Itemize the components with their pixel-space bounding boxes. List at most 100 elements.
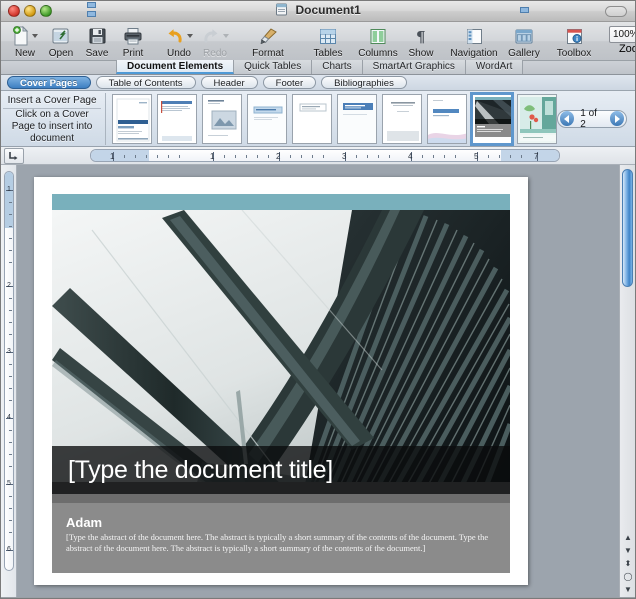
gallery-button[interactable]: Gallery bbox=[499, 24, 549, 59]
ribbon-tab-bar: Document Elements Quick Tables Charts Sm… bbox=[1, 60, 635, 75]
tables-button-label: Tables bbox=[313, 48, 343, 59]
toolbar-group-edit: Undo Redo bbox=[161, 24, 233, 61]
undo-arrow-icon bbox=[165, 25, 193, 47]
cover-thumb-10[interactable] bbox=[517, 93, 558, 144]
toolbox-icon: i bbox=[565, 25, 584, 47]
subtab-cover-pages[interactable]: Cover Pages bbox=[7, 76, 91, 89]
open-folder-icon bbox=[51, 25, 71, 47]
zoom-label: Zoom bbox=[618, 43, 635, 55]
new-document-icon bbox=[12, 25, 38, 47]
navigation-button[interactable]: Navigation bbox=[449, 24, 499, 59]
redo-arrow-icon bbox=[201, 25, 229, 47]
cover-thumb-3[interactable] bbox=[202, 93, 243, 144]
toolbox-button[interactable]: i Toolbox bbox=[549, 24, 599, 59]
toolbar-group-view: Navigation Gallery i Toolbox bbox=[449, 24, 599, 61]
abstract-text[interactable]: [Type the abstract of the document here.… bbox=[66, 532, 496, 554]
cover-thumb-2[interactable] bbox=[157, 93, 198, 144]
gallery-icon bbox=[514, 25, 534, 47]
first-line-indent-marker[interactable] bbox=[87, 2, 96, 8]
redo-button[interactable]: Redo bbox=[197, 24, 233, 59]
cover-thumb-1[interactable] bbox=[112, 93, 153, 144]
cover-page-gallery: Insert a Cover Page Click on a Cover Pag… bbox=[1, 91, 635, 147]
abstract-block[interactable]: Adam [Type the abstract of the document … bbox=[52, 503, 510, 573]
table-grid-icon bbox=[318, 25, 338, 47]
vertical-ruler-bar[interactable]: 1 2 3 4 5 6 bbox=[4, 171, 14, 571]
tab-wordart[interactable]: WordArt bbox=[465, 60, 524, 74]
save-button-label: Save bbox=[85, 48, 109, 59]
left-indent-marker[interactable] bbox=[87, 11, 96, 17]
cover-color-band bbox=[52, 194, 510, 210]
word-application-window: Document1 New Open Save Print Undo Redo … bbox=[0, 0, 636, 599]
document-canvas[interactable]: [Type the document title] Adam [Type the… bbox=[17, 165, 635, 597]
document-work-area: 1 2 3 4 5 6 [Type the document title] Ad… bbox=[1, 165, 635, 597]
open-button[interactable]: Open bbox=[43, 24, 79, 59]
zoom-select[interactable]: 100% bbox=[609, 26, 635, 43]
document-title-band: [Type the document title] bbox=[52, 446, 510, 494]
print-button[interactable]: Print bbox=[115, 24, 151, 59]
scroll-up-button[interactable]: ▲ bbox=[621, 531, 635, 544]
window-title-text: Document1 bbox=[295, 3, 361, 17]
next-page-button[interactable]: ▼ bbox=[621, 583, 635, 596]
show-button[interactable]: ¶ Show bbox=[403, 24, 439, 60]
chevron-right-icon[interactable] bbox=[609, 111, 625, 126]
toolbar-toggle-button[interactable] bbox=[605, 6, 627, 17]
vertical-scrollbar[interactable]: ▲ ▼ ⬍ ◯ ▼ bbox=[619, 165, 635, 597]
scrollbar-thumb[interactable] bbox=[622, 169, 633, 287]
save-button[interactable]: Save bbox=[79, 24, 115, 59]
cover-thumb-5[interactable] bbox=[292, 93, 333, 144]
subtab-header[interactable]: Header bbox=[200, 76, 258, 89]
columns-button[interactable]: Columns bbox=[353, 24, 403, 59]
tab-document-elements[interactable]: Document Elements bbox=[116, 60, 235, 74]
cover-thumb-9[interactable] bbox=[470, 91, 515, 146]
show-button-label: Show bbox=[408, 48, 434, 59]
print-button-label: Print bbox=[122, 48, 144, 59]
author-name[interactable]: Adam bbox=[66, 515, 496, 530]
gallery-caption-title: Insert a Cover Page bbox=[3, 93, 102, 109]
subtab-footer[interactable]: Footer bbox=[262, 76, 317, 89]
cover-thumb-6[interactable] bbox=[337, 93, 378, 144]
tab-charts[interactable]: Charts bbox=[312, 60, 363, 74]
sub-tab-bar: Cover Pages Table of Contents Header Foo… bbox=[1, 75, 635, 91]
format-button[interactable]: Format bbox=[243, 24, 293, 59]
toolbar-group-file: New Open Save Print bbox=[7, 24, 151, 61]
subtab-bibliographies[interactable]: Bibliographies bbox=[321, 76, 407, 89]
vertical-ruler[interactable]: 1 2 3 4 5 6 bbox=[1, 165, 17, 597]
previous-page-button[interactable]: ▼ bbox=[621, 544, 635, 557]
scrollbar-buttons: ▲ ▼ ⬍ ◯ ▼ bbox=[621, 531, 635, 596]
tables-button[interactable]: Tables bbox=[303, 24, 353, 59]
undo-button-label: Undo bbox=[167, 48, 191, 59]
new-button[interactable]: New bbox=[7, 24, 43, 59]
save-disk-icon bbox=[88, 25, 107, 47]
subtab-table-of-contents[interactable]: Table of Contents bbox=[95, 76, 196, 89]
right-indent-marker[interactable] bbox=[520, 7, 529, 13]
tab-quick-tables[interactable]: Quick Tables bbox=[234, 60, 313, 74]
new-button-label: New bbox=[14, 48, 35, 59]
columns-button-label: Columns bbox=[358, 48, 398, 59]
select-browse-object-button[interactable]: ◯ bbox=[621, 570, 635, 583]
cover-thumb-8[interactable] bbox=[427, 93, 468, 144]
window-title-bar: Document1 bbox=[1, 1, 635, 22]
horizontal-ruler[interactable]: 1 1 2 3 4 5 7 bbox=[90, 149, 560, 162]
document-icon bbox=[275, 3, 288, 19]
select-browse-up-button[interactable]: ⬍ bbox=[621, 557, 635, 570]
zoom-value: 100% bbox=[613, 29, 635, 40]
columns-icon bbox=[368, 25, 388, 47]
chevron-left-icon[interactable] bbox=[560, 111, 575, 126]
toolbox-button-label: Toolbox bbox=[556, 48, 592, 59]
navigation-pane-icon bbox=[465, 25, 484, 47]
gallery-caption-hint: Click on a Cover Page to insert into doc… bbox=[11, 108, 93, 144]
redo-button-label: Redo bbox=[203, 48, 227, 59]
cover-photo[interactable]: [Type the document title] bbox=[52, 210, 510, 503]
horizontal-ruler-row: 1 1 2 3 4 5 7 bbox=[1, 2, 635, 165]
tab-smartart-graphics[interactable]: SmartArt Graphics bbox=[362, 60, 466, 74]
printer-icon bbox=[123, 25, 143, 47]
gallery-page-indicator: 1 of 2 bbox=[580, 107, 597, 130]
cover-thumb-7[interactable] bbox=[382, 93, 423, 144]
undo-button[interactable]: Undo bbox=[161, 24, 197, 59]
tab-stop-icon[interactable] bbox=[4, 147, 24, 164]
cover-thumb-4[interactable] bbox=[247, 93, 288, 144]
zoom-control: 100% Zoom bbox=[609, 24, 635, 55]
svg-text:¶: ¶ bbox=[416, 28, 426, 46]
document-title-placeholder[interactable]: [Type the document title] bbox=[52, 456, 333, 485]
document-page[interactable]: [Type the document title] Adam [Type the… bbox=[34, 177, 528, 585]
